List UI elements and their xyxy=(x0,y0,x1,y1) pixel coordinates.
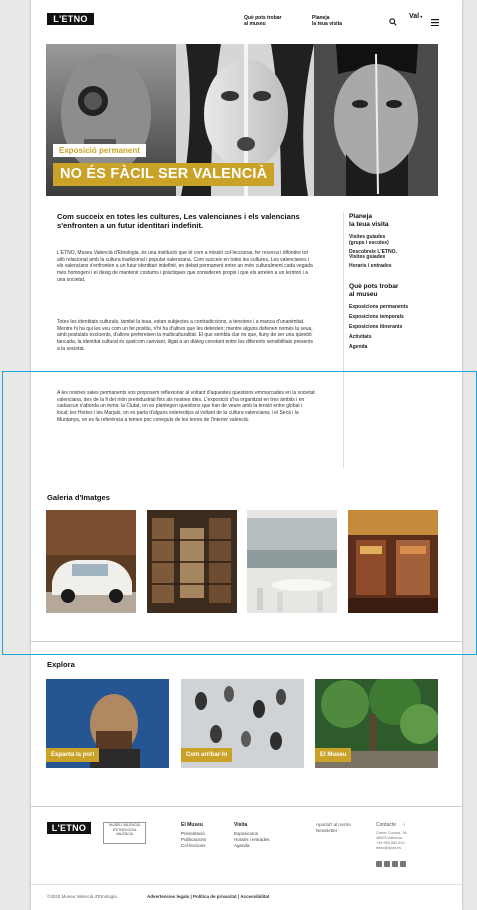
explore-title: Explora xyxy=(47,660,75,669)
chevron-right-icon[interactable]: › xyxy=(403,822,405,828)
legal-links[interactable]: Advertencies legals | Política de privac… xyxy=(147,894,269,899)
explore-card-el-museu[interactable]: El Museu xyxy=(315,679,438,768)
footer-link-agenda[interactable]: Agenda xyxy=(234,843,270,849)
selection-highlight xyxy=(2,371,477,655)
footer-museum-logo: MUSEU VALENCIÀ D'ETNOLOGIA VALÈNCIA xyxy=(103,822,146,844)
sidebar-find-title: Què pots trobar al museu xyxy=(349,282,399,298)
intro-paragraph-1: L'ETNO, Museu Valencià d'Etnologia, és u… xyxy=(57,250,313,283)
sidebar: Planeja la teua visita Visites guiades (… xyxy=(349,213,457,352)
footer-col-visita: Visita Exposicions Horaris i entrades Ag… xyxy=(234,822,270,849)
sidebar-item-permanents[interactable]: Exposicions permanents xyxy=(349,302,457,312)
exhibition-badge: Exposició permanent xyxy=(53,144,146,157)
footer-col-contacte: Contacte › Carrer Corona, 36 46003 Valèn… xyxy=(376,822,407,850)
sidebar-item-horaris[interactable]: Horaris i entrades xyxy=(349,262,457,271)
facebook-icon[interactable] xyxy=(376,861,382,867)
footer-col-museu: El Museu Presentació Publicacions Col·le… xyxy=(181,822,207,849)
sidebar-item-grups-escoles[interactable]: (grups i escoles) xyxy=(349,239,457,248)
footer-newsletter[interactable]: Apunta't al nostre Newsletter xyxy=(316,822,364,834)
twitter-icon[interactable] xyxy=(384,861,390,867)
intro-lead: Com succeix en totes les cultures, Les v… xyxy=(57,212,300,230)
explore-card-label: Espanta la por! xyxy=(46,748,100,762)
footer-divider xyxy=(31,806,462,807)
bottom-divider xyxy=(31,884,462,885)
sidebar-plan-title: Planeja la teua visita xyxy=(349,213,389,228)
chevron-down-icon: ▾ xyxy=(419,14,423,19)
sidebar-item-temporals[interactable]: Exposicions temporals xyxy=(349,312,457,322)
footer-link-colleccions[interactable]: Col·leccions xyxy=(181,843,206,849)
intro-paragraph-2: Totes les identitats culturals, també la… xyxy=(57,319,313,352)
explore-card-com-arribar[interactable]: Com arribar-hi xyxy=(181,679,304,768)
menu-icon[interactable] xyxy=(431,13,439,31)
copyright: ©2020 Museu Valencià d'Etnologia. xyxy=(47,894,118,899)
hero-title: NO ÉS FÀCIL SER VALENCIÀ xyxy=(53,163,275,186)
explore-card-espanta[interactable]: Espanta la por! xyxy=(46,679,169,768)
footer-etno-logo[interactable]: L'ETNO xyxy=(47,822,91,834)
search-icon[interactable] xyxy=(389,13,397,31)
youtube-icon[interactable] xyxy=(400,861,406,867)
etno-logo[interactable]: L'ETNO xyxy=(47,13,94,25)
sidebar-item-activitats[interactable]: Activitats xyxy=(349,332,457,342)
nav-planeja-visita[interactable]: Planeja la teua visita xyxy=(312,15,342,27)
sidebar-item-itinerants[interactable]: Exposicions itinerants xyxy=(349,322,457,332)
language-selector[interactable]: Val ▾ xyxy=(409,13,422,20)
sidebar-item-agenda[interactable]: Agenda xyxy=(349,342,457,352)
sidebar-item-visites-guiades-2[interactable]: Visites guiades xyxy=(349,253,457,262)
nav-que-pots-trobar[interactable]: Què pots trobar al museu xyxy=(244,15,282,27)
instagram-icon[interactable] xyxy=(392,861,398,867)
explore-card-label: Com arribar-hi xyxy=(181,748,233,762)
explore-card-label: El Museu xyxy=(315,748,352,762)
